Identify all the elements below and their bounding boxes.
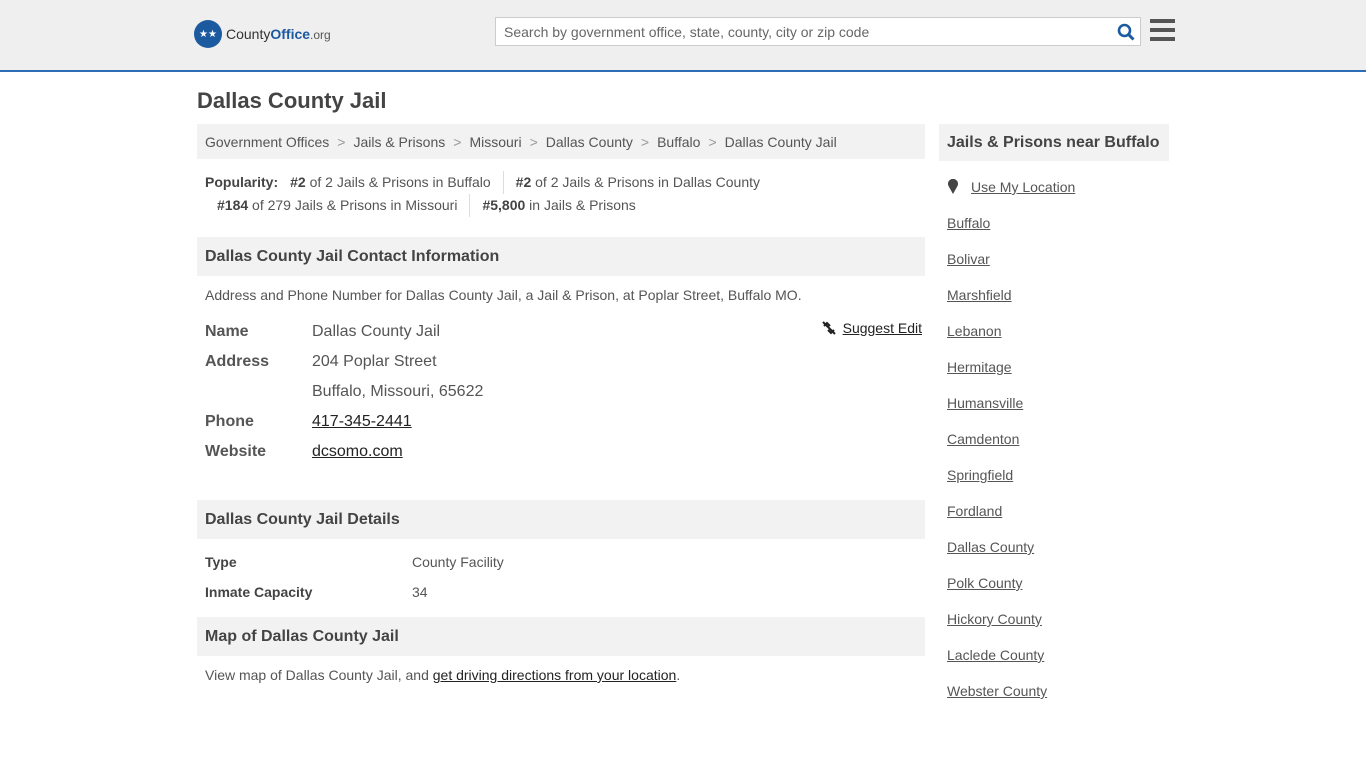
sidebar: Jails & Prisons near Buffalo Use My Loca… — [939, 124, 1169, 709]
name-value: Dallas County Jail — [312, 323, 441, 340]
type-label: Type — [205, 554, 237, 570]
phone-link[interactable]: 417-345-2441 — [312, 413, 412, 431]
sidebar-heading: Jails & Prisons near Buffalo — [939, 124, 1169, 161]
breadcrumb-separator: > — [640, 133, 650, 150]
breadcrumb-item[interactable]: Government Offices — [205, 134, 329, 150]
details: Type County Facility Inmate Capacity 34 — [197, 539, 925, 607]
sidebar-link[interactable]: Dallas County — [947, 539, 1034, 555]
popularity: Popularity: #2 of 2 Jails & Prisons in B… — [197, 159, 925, 217]
breadcrumb-item[interactable]: Dallas County — [546, 134, 633, 150]
logo-text-a: County — [226, 26, 271, 42]
contact-heading: Dallas County Jail Contact Information — [197, 237, 925, 276]
sidebar-link[interactable]: Bolivar — [947, 251, 990, 267]
breadcrumb: Government Offices > Jails & Prisons > Mis… — [197, 124, 925, 159]
type-value: County Facility — [412, 554, 504, 570]
sidebar-link[interactable]: Lebanon — [947, 323, 1002, 339]
breadcrumb-separator: > — [529, 133, 538, 150]
popularity-item: #5,800 in Jails & Prisons — [469, 194, 647, 217]
breadcrumb-separator: > — [708, 133, 717, 150]
website-link[interactable]: dcsomo.com — [312, 443, 403, 461]
sidebar-link[interactable]: Hermitage — [947, 359, 1012, 375]
search-box — [495, 17, 1141, 46]
search-input[interactable] — [496, 18, 1112, 45]
broken-link-icon — [821, 321, 836, 335]
breadcrumb-item[interactable]: Missouri — [469, 134, 521, 150]
map-pin-icon — [948, 179, 958, 194]
main-content: Government Offices > Jails & Prisons > Mis… — [197, 124, 925, 683]
logo-text-b: Office — [270, 26, 311, 42]
sidebar-link[interactable]: Humansville — [947, 395, 1023, 411]
capacity-label: Inmate Capacity — [205, 584, 313, 600]
sidebar-link[interactable]: Polk County — [947, 575, 1022, 591]
popularity-item: #2 of 2 Jails & Prisons in Buffalo — [290, 174, 491, 190]
breadcrumb-item[interactable]: Dallas County Jail — [725, 134, 837, 150]
page-title: Dallas County Jail — [197, 88, 387, 113]
search-icon — [1117, 23, 1135, 41]
popularity-label: Popularity: — [205, 174, 279, 190]
address-line2: Buffalo, Missouri, 65622 — [312, 383, 484, 400]
sidebar-link[interactable]: Laclede County — [947, 647, 1044, 663]
sidebar-link[interactable]: Fordland — [947, 503, 1002, 519]
map-heading: Map of Dallas County Jail — [197, 617, 925, 656]
sidebar-link[interactable]: Springfield — [947, 467, 1013, 483]
address-line1: 204 Poplar Street — [312, 353, 437, 370]
map-text: View map of Dallas County Jail, and get … — [205, 667, 681, 683]
sidebar-link[interactable]: Buffalo — [947, 215, 990, 231]
sidebar-link[interactable]: Marshfield — [947, 287, 1012, 303]
use-location-link[interactable]: Use My Location — [971, 179, 1075, 195]
site-header: ★★ CountyOffice.org — [0, 0, 1366, 72]
sidebar-link[interactable]: Camdenton — [947, 431, 1019, 447]
sidebar-link[interactable]: Hickory County — [947, 611, 1042, 627]
eagle-seal-icon: ★★ — [194, 20, 222, 48]
breadcrumb-item[interactable]: Buffalo — [657, 134, 700, 150]
suggest-edit-link[interactable]: Suggest Edit — [843, 320, 922, 336]
sidebar-link[interactable]: Webster County — [947, 683, 1047, 699]
site-logo[interactable]: ★★ CountyOffice.org — [194, 20, 331, 48]
suggest-edit[interactable]: Suggest Edit — [821, 320, 922, 336]
address-label: Address — [205, 353, 270, 370]
popularity-item: #184 of 279 Jails & Prisons in Missouri — [217, 197, 458, 213]
popularity-item: #2 of 2 Jails & Prisons in Dallas County — [502, 171, 772, 194]
phone-label: Phone — [205, 413, 254, 430]
details-heading: Dallas County Jail Details — [197, 500, 925, 539]
driving-directions-link[interactable]: get driving directions from your locatio… — [433, 667, 677, 683]
breadcrumb-separator: > — [337, 133, 346, 150]
search-button[interactable] — [1112, 18, 1140, 45]
name-label: Name — [205, 323, 249, 340]
website-label: Website — [205, 443, 267, 460]
use-location[interactable]: Use My Location — [947, 169, 1161, 205]
contact-info: Suggest Edit Name Dallas County Jail Addr… — [197, 303, 925, 467]
capacity-value: 34 — [412, 584, 428, 600]
breadcrumb-separator: > — [453, 133, 462, 150]
contact-description: Address and Phone Number for Dallas Coun… — [205, 287, 802, 303]
breadcrumb-item[interactable]: Jails & Prisons — [353, 134, 445, 150]
logo-text-c: .org — [310, 28, 331, 42]
hamburger-menu-icon[interactable] — [1150, 19, 1175, 41]
